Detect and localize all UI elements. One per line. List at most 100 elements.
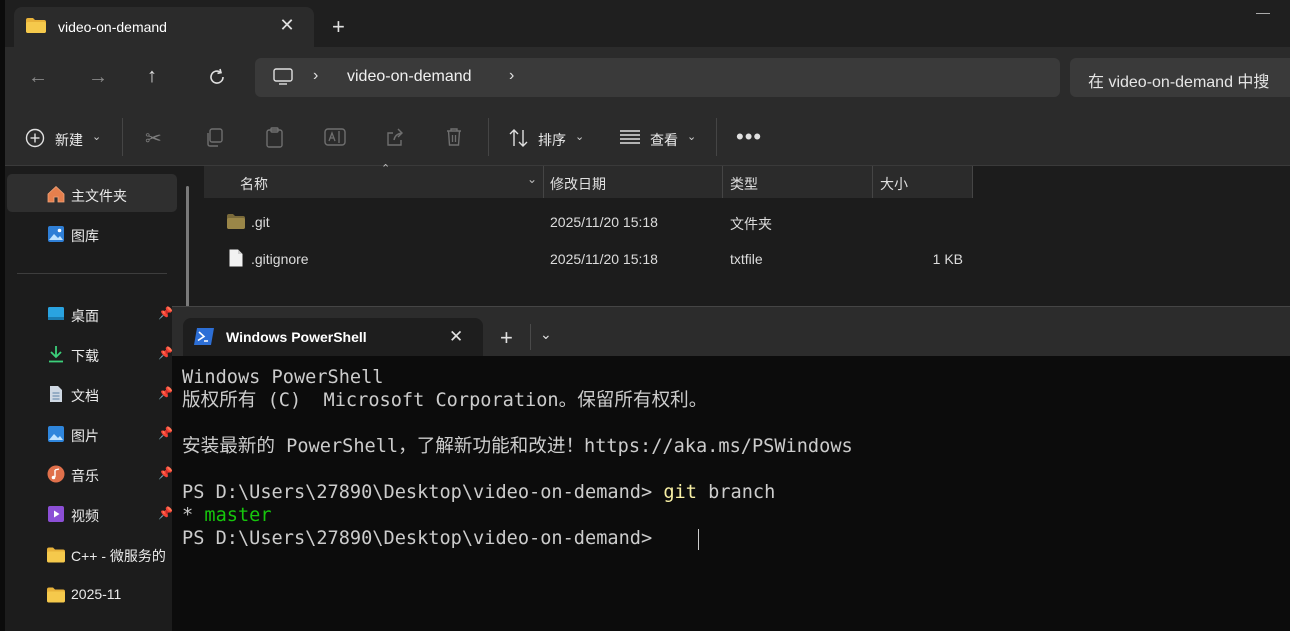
pin-icon[interactable]: 📌 bbox=[158, 346, 173, 360]
sort-button[interactable]: 排序 bbox=[538, 130, 566, 150]
column-header-size[interactable]: 大小 bbox=[880, 174, 908, 194]
sidebar-item-downloads[interactable]: 下载 bbox=[71, 346, 99, 366]
tab-title: video-on-demand bbox=[58, 19, 167, 35]
column-header-modified[interactable]: 修改日期 bbox=[550, 174, 606, 194]
search-input[interactable]: 在 video-on-demand 中搜 bbox=[1070, 58, 1290, 97]
pin-icon[interactable]: 📌 bbox=[158, 386, 173, 400]
column-divider[interactable] bbox=[722, 166, 723, 198]
sidebar-item-folder-2025-11[interactable]: 2025-11 bbox=[71, 586, 121, 602]
command-bar bbox=[0, 108, 1290, 166]
video-icon bbox=[48, 506, 64, 522]
file-name[interactable]: .gitignore bbox=[251, 251, 309, 267]
more-options-icon[interactable]: ••• bbox=[736, 124, 762, 150]
view-button[interactable]: 查看 bbox=[650, 130, 678, 150]
paste-icon[interactable] bbox=[265, 127, 284, 148]
toolbar-divider bbox=[716, 118, 717, 156]
column-header-type[interactable]: 类型 bbox=[730, 174, 758, 194]
column-divider[interactable] bbox=[543, 166, 544, 198]
prompt: PS D:\Users\27890\Desktop\video-on-deman… bbox=[182, 482, 664, 503]
new-tab-button[interactable]: + bbox=[332, 16, 345, 38]
pin-icon[interactable]: 📌 bbox=[158, 306, 173, 320]
sidebar-item-desktop[interactable]: 桌面 bbox=[71, 306, 99, 326]
sidebar-item-music[interactable]: 音乐 bbox=[71, 466, 99, 486]
file-name[interactable]: .git bbox=[251, 214, 270, 230]
cut-icon[interactable]: ✂ bbox=[145, 126, 162, 151]
sidebar-item-home[interactable]: 主文件夹 bbox=[71, 186, 127, 206]
sort-icon bbox=[509, 129, 528, 147]
computer-icon bbox=[273, 68, 293, 85]
powershell-icon bbox=[194, 328, 214, 345]
command-args: branch bbox=[696, 482, 776, 503]
folder-icon bbox=[227, 214, 245, 229]
close-icon[interactable]: ✕ bbox=[276, 14, 298, 36]
terminal-line: * master bbox=[182, 504, 272, 527]
file-icon bbox=[229, 249, 243, 267]
file-modified: 2025/11/20 15:18 bbox=[550, 251, 658, 267]
rename-icon[interactable] bbox=[324, 127, 346, 147]
search-placeholder: 在 video-on-demand 中搜 bbox=[1088, 74, 1270, 91]
chevron-down-icon[interactable]: ⌄ bbox=[540, 326, 552, 343]
new-button[interactable]: 新建 bbox=[55, 130, 83, 150]
tabbar-divider bbox=[530, 324, 531, 350]
chevron-right-icon[interactable]: › bbox=[509, 67, 514, 85]
file-size: 1 KB bbox=[932, 251, 963, 267]
address-bar[interactable]: › video-on-demand › bbox=[255, 58, 1060, 97]
pin-icon[interactable]: 📌 bbox=[158, 506, 173, 520]
terminal-line: Windows PowerShell bbox=[182, 367, 384, 388]
close-icon[interactable]: ✕ bbox=[449, 327, 463, 347]
terminal-line: 安装最新的 PowerShell，了解新功能和改进！https://aka.ms… bbox=[182, 436, 853, 457]
terminal-tab-title: Windows PowerShell bbox=[226, 329, 367, 345]
window-edge bbox=[0, 0, 5, 631]
column-header-name[interactable]: 名称 bbox=[240, 174, 268, 194]
refresh-icon[interactable] bbox=[208, 68, 226, 86]
forward-arrow-icon[interactable]: → bbox=[88, 66, 108, 89]
terminal-line: 版权所有 (C) Microsoft Corporation。保留所有权利。 bbox=[182, 390, 708, 411]
pin-icon[interactable]: 📌 bbox=[158, 426, 173, 440]
command-name: git bbox=[663, 482, 697, 503]
toolbar-divider bbox=[488, 118, 489, 156]
share-icon[interactable] bbox=[385, 127, 405, 147]
explorer-tab[interactable]: video-on-demand ✕ bbox=[14, 7, 314, 47]
chevron-right-icon[interactable]: › bbox=[313, 67, 318, 85]
up-arrow-icon[interactable]: ↑ bbox=[147, 65, 157, 88]
terminal-line: PS D:\Users\27890\Desktop\video-on-deman… bbox=[182, 481, 775, 504]
pin-icon[interactable]: 📌 bbox=[158, 466, 173, 480]
sidebar-item-videos[interactable]: 视频 bbox=[71, 506, 99, 526]
back-arrow-icon[interactable]: ← bbox=[28, 66, 48, 89]
gallery-icon bbox=[48, 226, 64, 242]
column-divider[interactable] bbox=[972, 166, 973, 198]
chevron-down-icon: ⌄ bbox=[687, 131, 697, 143]
view-icon bbox=[620, 130, 640, 144]
toolbar-divider bbox=[122, 118, 123, 156]
new-terminal-tab-button[interactable]: + bbox=[500, 325, 513, 351]
folder-icon bbox=[47, 547, 65, 563]
column-divider[interactable] bbox=[872, 166, 873, 198]
folder-icon bbox=[26, 18, 46, 33]
sidebar-item-pictures[interactable]: 图片 bbox=[71, 426, 99, 446]
chevron-down-icon: ⌄ bbox=[92, 131, 102, 143]
branch-marker: * bbox=[182, 505, 205, 526]
branch-name: master bbox=[204, 505, 272, 526]
sidebar-item-gallery[interactable]: 图库 bbox=[71, 226, 99, 246]
chevron-down-icon: ⌄ bbox=[575, 131, 585, 143]
text-cursor bbox=[698, 529, 699, 550]
pictures-icon bbox=[48, 426, 64, 442]
minimize-button[interactable] bbox=[1256, 13, 1270, 14]
sidebar-item-folder-cpp[interactable]: C++ - 微服务的 bbox=[71, 546, 173, 566]
download-icon bbox=[49, 346, 63, 363]
home-icon bbox=[47, 185, 65, 203]
breadcrumb-segment[interactable]: video-on-demand bbox=[347, 68, 472, 86]
desktop-icon bbox=[48, 307, 64, 320]
add-circle-icon bbox=[25, 128, 45, 148]
terminal-line: PS D:\Users\27890\Desktop\video-on-deman… bbox=[182, 528, 664, 549]
sidebar-divider bbox=[17, 273, 167, 274]
sidebar-item-documents[interactable]: 文档 bbox=[71, 386, 99, 406]
file-modified: 2025/11/20 15:18 bbox=[550, 214, 658, 230]
delete-icon[interactable] bbox=[445, 127, 463, 147]
sort-ascending-icon: ⌃ bbox=[381, 163, 391, 175]
copy-icon[interactable] bbox=[205, 128, 224, 147]
chevron-down-icon[interactable]: ⌄ bbox=[527, 172, 537, 186]
document-icon bbox=[50, 386, 62, 402]
music-icon bbox=[47, 465, 65, 483]
file-type: txtfile bbox=[730, 251, 763, 267]
